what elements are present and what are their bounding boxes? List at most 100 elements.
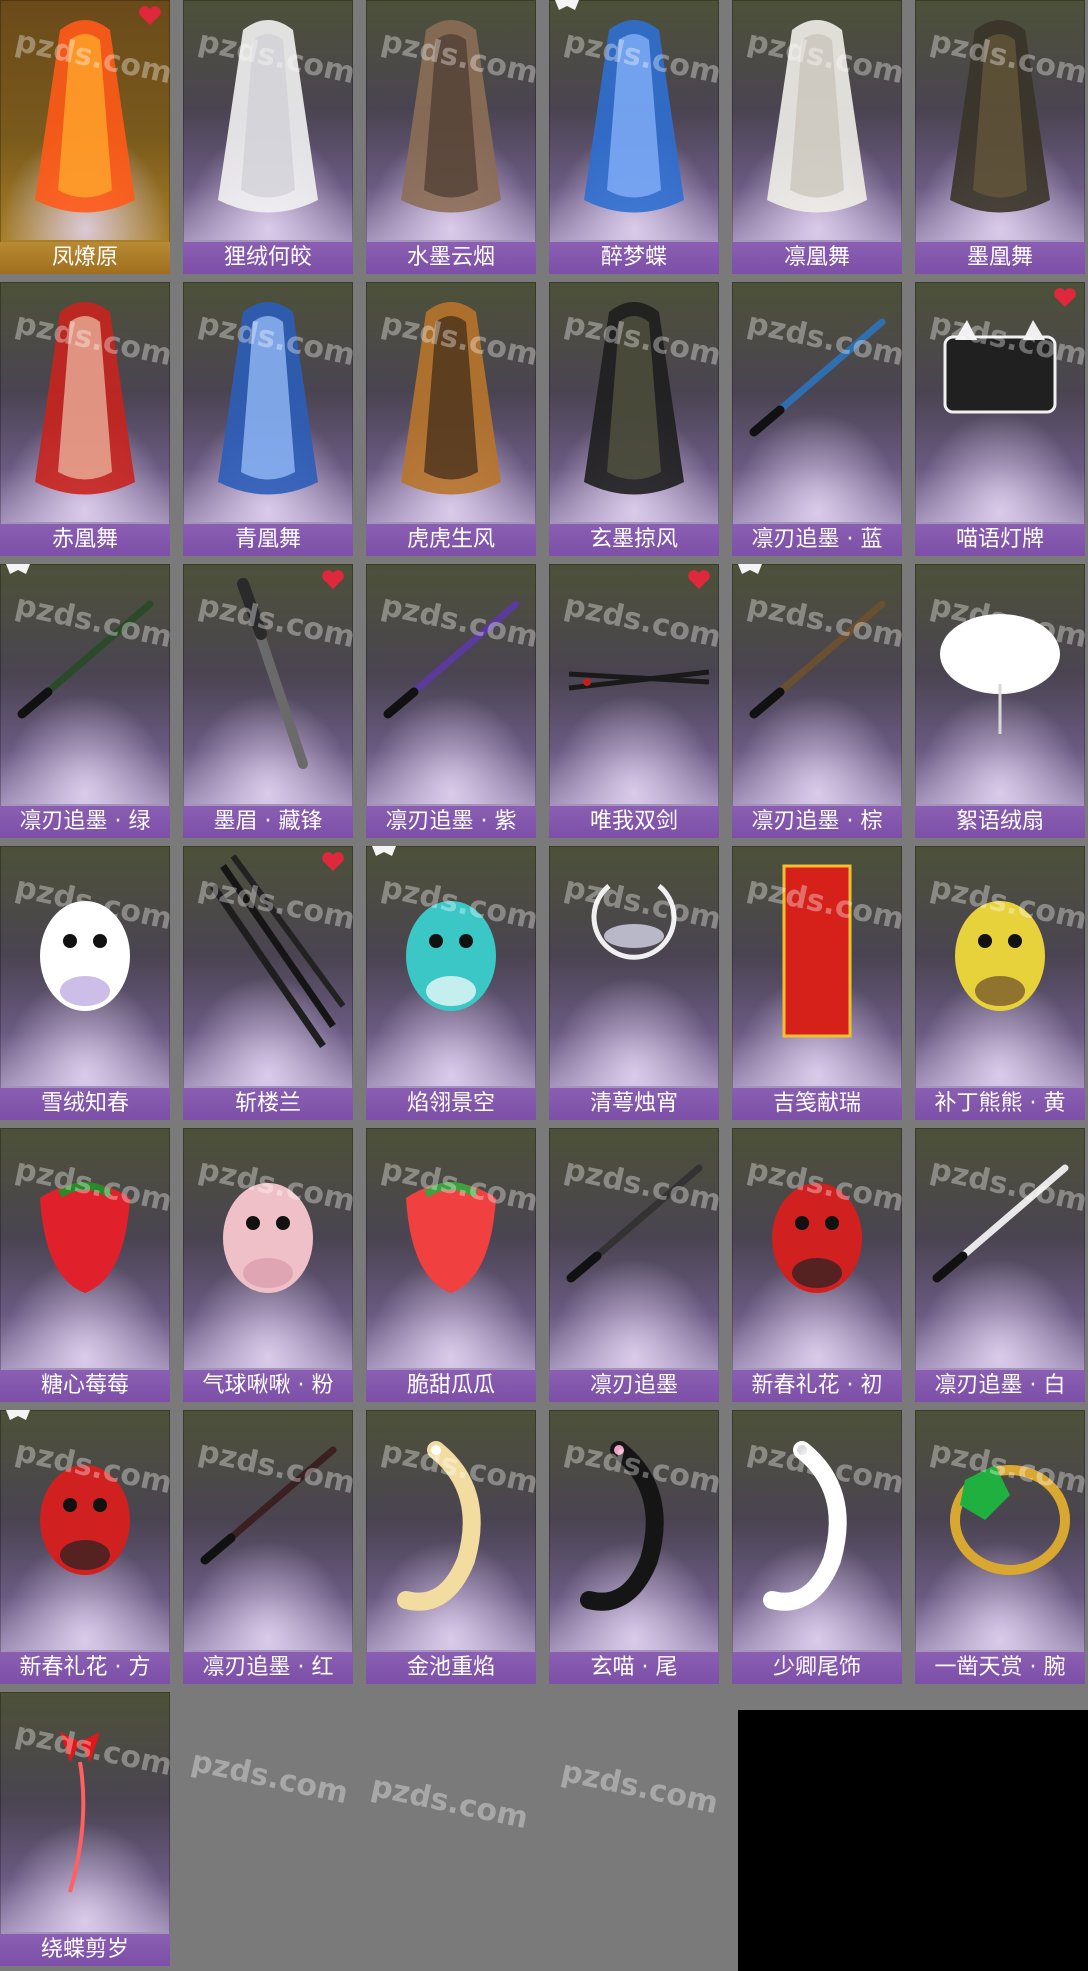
item-label: 絮语绒扇 <box>915 806 1085 838</box>
item-label: 墨凰舞 <box>915 242 1085 274</box>
strawberry-icon <box>40 1182 130 1293</box>
item-label: 唯我双剑 <box>549 806 719 838</box>
item-card[interactable]: pzds.com 金池重焰 <box>366 1410 536 1684</box>
item-label: 补丁熊熊 · 黄 <box>915 1088 1085 1120</box>
item-label: 气球啾啾 · 粉 <box>183 1370 353 1402</box>
golden-tail-icon <box>397 1441 481 1611</box>
item-card[interactable]: pzds.com 絮语绒扇 <box>915 564 1085 838</box>
item-card[interactable]: pzds.com 凛刃追墨 · 红 <box>183 1410 353 1684</box>
item-card[interactable]: pzds.com 玄喵 · 尾 <box>549 1410 719 1684</box>
item-card[interactable]: pzds.com 雪绒知春 <box>0 846 170 1120</box>
cat-light-sign-icon <box>943 320 1057 414</box>
item-card[interactable]: pzds.com 凛刃追墨 · 绿 <box>0 564 170 838</box>
item-label: 凛刃追墨 · 棕 <box>732 806 902 838</box>
item-card[interactable]: pzds.com 一凿天赏 · 腕 <box>915 1410 1085 1684</box>
item-label: 糖心莓莓 <box>0 1370 170 1402</box>
red-sword-icon <box>200 1446 337 1565</box>
item-card[interactable]: pzds.com 凤燎原 <box>0 0 170 274</box>
item-label: 喵语灯牌 <box>915 524 1085 556</box>
item-card[interactable]: pzds.com 唯我双剑 <box>549 564 719 838</box>
yellow-teddy-bear-icon <box>955 901 1045 1011</box>
black-cat-tail-icon <box>580 1441 664 1611</box>
item-label: 墨眉 · 藏锋 <box>183 806 353 838</box>
blue-sword-icon <box>749 318 886 437</box>
item-label: 凛刃追墨 · 蓝 <box>732 524 902 556</box>
item-card[interactable]: pzds.com 赤凰舞 <box>0 282 170 556</box>
item-card[interactable]: pzds.com 醉梦蝶 <box>549 0 719 274</box>
item-label: 青凰舞 <box>183 524 353 556</box>
item-label: 斩楼兰 <box>183 1088 353 1120</box>
item-card[interactable]: pzds.com 凛刃追墨 <box>549 1128 719 1402</box>
item-card[interactable]: pzds.com 糖心莓莓 <box>0 1128 170 1402</box>
item-grid: pzds.com 凤燎原 pzds.com 狸绒何皎 pzds.com 水墨云烟 pzds.… <box>0 0 1088 1971</box>
item-label: 绕蝶剪岁 <box>0 1934 170 1966</box>
empty-black-area <box>738 1710 1088 1971</box>
item-label: 一凿天赏 · 腕 <box>915 1652 1085 1684</box>
watermark-text: pzds.com <box>558 1753 722 1822</box>
item-label: 凤燎原 <box>0 242 170 274</box>
emerald-bracelet-icon <box>950 1465 1070 1575</box>
tag-icon <box>6 1410 30 1420</box>
item-card[interactable]: pzds.com 虎虎生风 <box>366 282 536 556</box>
item-label: 醉梦蝶 <box>549 242 719 274</box>
item-card[interactable]: pzds.com 焰翎景空 <box>366 846 536 1120</box>
item-card[interactable]: pzds.com 玄墨掠风 <box>549 282 719 556</box>
item-card[interactable]: pzds.com 凛刃追墨 · 棕 <box>732 564 902 838</box>
item-card[interactable]: pzds.com 狸绒何皎 <box>183 0 353 274</box>
item-card[interactable]: pzds.com 墨凰舞 <box>915 0 1085 274</box>
item-label: 凛刃追墨 <box>549 1370 719 1402</box>
item-card[interactable]: pzds.com 吉笺献瑞 <box>732 846 902 1120</box>
item-card[interactable]: pzds.com 脆甜瓜瓜 <box>366 1128 536 1402</box>
item-label: 雪绒知春 <box>0 1088 170 1120</box>
red-butterfly-ornament-icon <box>60 1732 100 1893</box>
item-label: 狸绒何皎 <box>183 242 353 274</box>
item-label: 水墨云烟 <box>366 242 536 274</box>
item-card[interactable]: pzds.com 青凰舞 <box>183 282 353 556</box>
blue-butterfly-outfit-icon <box>584 20 684 213</box>
item-label: 焰翎景空 <box>366 1088 536 1120</box>
item-card[interactable]: pzds.com 少卿尾饰 <box>732 1410 902 1684</box>
heart-icon <box>322 852 344 871</box>
item-card[interactable]: pzds.com 补丁熊熊 · 黄 <box>915 846 1085 1120</box>
item-card[interactable]: pzds.com 新春礼花 · 方 <box>0 1410 170 1684</box>
item-label: 脆甜瓜瓜 <box>366 1370 536 1402</box>
red-scroll-icon <box>782 864 852 1038</box>
item-card[interactable]: pzds.com 斩楼兰 <box>183 846 353 1120</box>
new-year-firecracker-boy-icon <box>40 1465 130 1575</box>
item-card[interactable]: pzds.com 清萼烛宵 <box>549 846 719 1120</box>
heart-icon <box>1054 288 1076 307</box>
item-label: 凛刃追墨 · 白 <box>915 1370 1085 1402</box>
blue-phoenix-outfit-icon <box>218 302 318 495</box>
tiger-robe-outfit-icon <box>401 302 501 495</box>
tag-icon <box>738 564 762 574</box>
item-card[interactable]: pzds.com 凛刃追墨 · 紫 <box>366 564 536 838</box>
item-label: 少卿尾饰 <box>732 1652 902 1684</box>
lotus-moon-charm-icon <box>591 884 677 960</box>
item-card[interactable]: pzds.com 凛刃追墨 · 蓝 <box>732 282 902 556</box>
ink-robe-outfit-icon <box>401 20 501 213</box>
item-label: 凛刃追墨 · 绿 <box>0 806 170 838</box>
black-cape-outfit-icon <box>584 302 684 495</box>
item-card[interactable]: pzds.com 凛凰舞 <box>732 0 902 274</box>
item-card[interactable]: pzds.com 墨眉 · 藏锋 <box>183 564 353 838</box>
item-card[interactable]: pzds.com 水墨云烟 <box>366 0 536 274</box>
item-card[interactable]: pzds.com 气球啾啾 · 粉 <box>183 1128 353 1402</box>
heart-icon <box>139 6 161 25</box>
tag-icon <box>372 846 396 856</box>
watermark-text: pzds.com <box>188 1743 352 1812</box>
heart-icon <box>688 570 710 589</box>
item-label: 吉笺献瑞 <box>732 1088 902 1120</box>
white-bunny-pet-icon <box>40 901 130 1011</box>
item-card[interactable]: pzds.com 新春礼花 · 初 <box>732 1128 902 1402</box>
dark-phoenix-outfit-icon <box>950 20 1050 213</box>
black-sword-icon <box>566 1164 703 1283</box>
brown-sword-icon <box>749 600 886 719</box>
fluffy-fan-icon <box>940 614 1060 734</box>
item-card[interactable]: pzds.com 喵语灯牌 <box>915 282 1085 556</box>
item-card[interactable]: pzds.com 凛刃追墨 · 白 <box>915 1128 1085 1402</box>
tag-icon <box>6 564 30 574</box>
item-card[interactable]: pzds.com 绕蝶剪岁 <box>0 1692 170 1966</box>
item-label: 凛刃追墨 · 紫 <box>366 806 536 838</box>
item-label: 玄喵 · 尾 <box>549 1652 719 1684</box>
white-phoenix-outfit-icon <box>767 20 867 213</box>
